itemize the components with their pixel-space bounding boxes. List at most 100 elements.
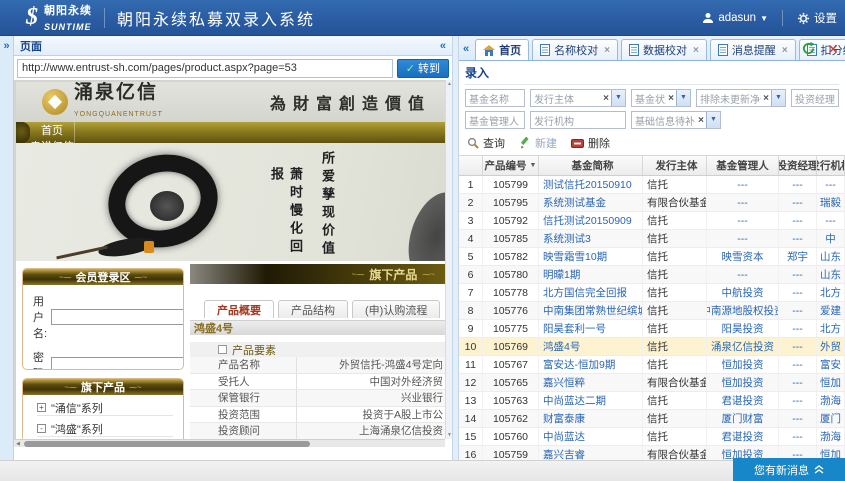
filter-field[interactable]: 基金状态 × ▼ — [631, 89, 691, 107]
create-button[interactable]: 新建 — [519, 135, 557, 151]
issuing-org-link[interactable]: --- — [817, 176, 845, 193]
tree-item[interactable]: - "鸿盛"系列 — [37, 421, 173, 437]
site-nav-item[interactable]: 首页 — [30, 122, 75, 138]
table-row[interactable]: 7 105778 北方国信完全回报 信托 中航投资 --- 北方 — [459, 284, 845, 302]
table-row[interactable]: 8 105776 中南集团常熟世纪缤城 信托 中南源地股权投资 --- 爱建 — [459, 302, 845, 320]
fund-manager-link[interactable]: 中航投资 — [707, 284, 779, 301]
dropdown-icon[interactable]: ▼ — [676, 90, 690, 106]
filter-field[interactable]: 基础信息待补 × ▼ — [631, 111, 721, 129]
fund-name-link[interactable]: 中尚蓝达二期 — [539, 392, 643, 409]
issuing-org-link[interactable]: 北方 — [817, 284, 845, 301]
issuing-org-link[interactable]: 山东 — [817, 266, 845, 283]
investment-manager-link[interactable]: --- — [779, 356, 817, 373]
fund-name-link[interactable]: 财富泰康 — [539, 410, 643, 427]
fund-name-link[interactable]: 鸿盛4号 — [539, 338, 643, 355]
tab-close-icon[interactable]: × — [604, 45, 610, 56]
investment-manager-link[interactable]: --- — [779, 194, 817, 211]
close-all-icon[interactable]: ✕ — [827, 43, 839, 55]
fund-name-link[interactable]: 嘉兴吉睿 — [539, 446, 643, 460]
col-fund-manager[interactable]: 基金管理人 — [707, 156, 779, 175]
fund-name-link[interactable]: 信托测试20150909 — [539, 212, 643, 229]
table-row[interactable]: 14 105762 财富泰康 信托 厦门财富 --- 厦门 — [459, 410, 845, 428]
issuing-org-link[interactable]: 山东 — [817, 248, 845, 265]
panel-splitter[interactable] — [452, 36, 459, 460]
issuing-org-link[interactable]: 爱建 — [817, 302, 845, 319]
investment-manager-link[interactable]: --- — [779, 284, 817, 301]
col-investment-manager[interactable]: 投资经理 — [779, 156, 817, 175]
fund-name-link[interactable]: 系统测试基金 — [539, 194, 643, 211]
filter-field[interactable]: 发行主体 × ▼ — [530, 89, 626, 107]
go-button[interactable]: ✓ 转到 — [397, 59, 449, 78]
checkbox-icon[interactable] — [218, 345, 227, 354]
filter-field[interactable]: 基金名称 × ▼ — [465, 89, 525, 107]
investment-manager-link[interactable]: --- — [779, 392, 817, 409]
dropdown-icon[interactable]: ▼ — [611, 90, 625, 106]
fund-name-link[interactable]: 映雪霜雪10期 — [539, 248, 643, 265]
scroll-left-icon[interactable]: ◀ — [14, 440, 22, 448]
issuing-org-link[interactable]: 厦门 — [817, 410, 845, 427]
refresh-icon[interactable] — [802, 42, 815, 55]
clear-icon[interactable]: × — [603, 93, 609, 104]
table-row[interactable]: 13 105763 中尚蓝达二期 信托 君谌投资 --- 渤海 — [459, 392, 845, 410]
expand-west-icon[interactable]: » — [0, 40, 13, 52]
fund-manager-link[interactable]: 阳昊投资 — [707, 320, 779, 337]
investment-manager-link[interactable]: --- — [779, 176, 817, 193]
iframe-horizontal-scrollbar[interactable]: ◀ — [14, 439, 445, 447]
investment-manager-link[interactable]: --- — [779, 374, 817, 391]
fund-name-link[interactable]: 阳昊套利一号 — [539, 320, 643, 337]
fund-manager-link[interactable]: 恒加投资 — [707, 374, 779, 391]
fund-name-link[interactable]: 测试信托20150910 — [539, 176, 643, 193]
table-row[interactable]: 9 105775 阳昊套利一号 信托 阳昊投资 --- 北方 — [459, 320, 845, 338]
dropdown-icon[interactable]: ▼ — [706, 112, 720, 128]
investment-manager-link[interactable]: --- — [779, 212, 817, 229]
fund-manager-link[interactable]: 君谌投资 — [707, 392, 779, 409]
issuing-org-link[interactable]: 外贸 — [817, 338, 845, 355]
fund-name-link[interactable]: 明曚1期 — [539, 266, 643, 283]
tab-home[interactable]: 首页 — [475, 39, 529, 60]
new-message-notification[interactable]: 您有新消息 — [733, 458, 845, 481]
fund-manager-link[interactable]: --- — [707, 212, 779, 229]
username-field[interactable] — [51, 309, 184, 325]
tab-item[interactable]: 名称校对 × — [532, 39, 618, 60]
issuing-org-link[interactable]: 恒加 — [817, 374, 845, 391]
site-logo[interactable]: 涌泉亿信 YONGQUANENTRUST — [42, 83, 163, 121]
tree-expand-icon[interactable]: + — [37, 403, 46, 412]
filter-field[interactable]: 排除未更新净值基金 × ▼ — [696, 89, 786, 107]
fund-manager-link[interactable]: --- — [707, 176, 779, 193]
table-row[interactable]: 10 105769 鸿盛4号 信托 涌泉亿信投资 --- 外贸 — [459, 338, 845, 356]
table-row[interactable]: 5 105782 映雪霜雪10期 信托 映雪资本 郑宇 山东 — [459, 248, 845, 266]
dropdown-icon[interactable]: ▼ — [771, 90, 785, 106]
filter-field[interactable]: 基金管理人 × ▼ — [465, 111, 525, 129]
product-tab[interactable]: 产品概要 — [204, 300, 274, 318]
fund-name-link[interactable]: 系统测试3 — [539, 230, 643, 247]
user-menu[interactable]: adasun ▼ — [702, 12, 768, 24]
investment-manager-link[interactable]: --- — [779, 410, 817, 427]
table-row[interactable]: 6 105780 明曚1期 信托 --- --- 山东 — [459, 266, 845, 284]
table-row[interactable]: 4 105785 系统测试3 信托 --- --- 中 — [459, 230, 845, 248]
tab-close-icon[interactable]: × — [782, 45, 788, 56]
filter-field[interactable]: 投资经理 × ▼ — [791, 89, 839, 107]
issuing-org-link[interactable]: 富安 — [817, 356, 845, 373]
investment-manager-link[interactable]: --- — [779, 302, 817, 319]
fund-manager-link[interactable]: 君谌投资 — [707, 428, 779, 445]
col-product-code[interactable]: 产品编号▼ — [483, 156, 539, 175]
product-tab[interactable]: 产品结构 — [278, 300, 348, 318]
search-button[interactable]: 查询 — [467, 135, 505, 151]
tree-expand-icon[interactable]: - — [37, 424, 46, 433]
fund-manager-link[interactable]: 涌泉亿信投资 — [707, 338, 779, 355]
fund-name-link[interactable]: 中尚蓝达 — [539, 428, 643, 445]
tab-item[interactable]: 消息提醒 × — [710, 39, 796, 60]
investment-manager-link[interactable]: --- — [779, 428, 817, 445]
issuing-org-link[interactable]: 瑞毅 — [817, 194, 845, 211]
issuing-org-link[interactable]: --- — [817, 212, 845, 229]
table-row[interactable]: 3 105792 信托测试20150909 信托 --- --- --- — [459, 212, 845, 230]
filter-field[interactable]: 发行机构 × ▼ — [530, 111, 626, 129]
clear-icon[interactable]: × — [763, 93, 769, 104]
fund-manager-link[interactable]: 厦门财富 — [707, 410, 779, 427]
password-field[interactable] — [51, 357, 184, 370]
table-row[interactable]: 1 105799 测试信托20150910 信托 --- --- --- — [459, 176, 845, 194]
fund-name-link[interactable]: 富安达-恒加9期 — [539, 356, 643, 373]
fund-manager-link[interactable]: 恒加投资 — [707, 356, 779, 373]
issuing-org-link[interactable]: 渤海 — [817, 428, 845, 445]
fund-name-link[interactable]: 中南集团常熟世纪缤城 — [539, 302, 643, 319]
